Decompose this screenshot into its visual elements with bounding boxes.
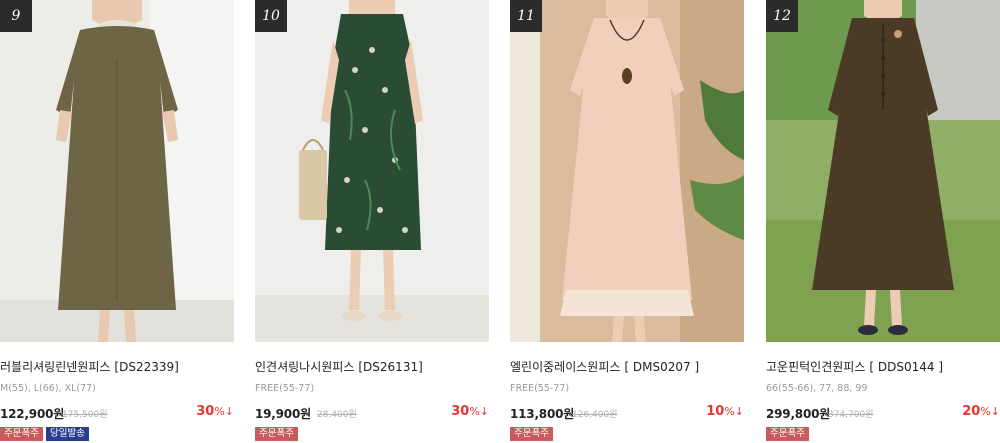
rank-badge: 10	[255, 0, 287, 32]
rank-badge: 9	[0, 0, 32, 32]
original-price: 126,400원	[572, 410, 618, 420]
price-row: 299,800원 374,700원 20%↓	[766, 404, 1000, 421]
product-sizes: FREE(55-77)	[255, 383, 315, 394]
price-row: 122,900원 175,500원 30%↓	[0, 404, 234, 421]
discount-value: 10	[706, 404, 725, 419]
down-arrow-icon: ↓	[990, 405, 1000, 418]
sale-price: 19,900원	[255, 407, 311, 421]
discount-rate: 20%↓	[962, 404, 1000, 419]
discount-unit: %	[980, 405, 991, 418]
product-name[interactable]: 인견셔링나시원피스 [DS26131]	[255, 358, 489, 375]
product-title[interactable]: 엘린이중레이스원피스	[510, 360, 620, 374]
product-name[interactable]: 엘린이중레이스원피스 [ DMS0207 ]	[510, 358, 744, 375]
product-sizes: M(55), L(66), XL(77)	[0, 383, 96, 394]
discount-unit: %	[214, 405, 225, 418]
discount-value: 30	[196, 404, 215, 419]
discount-rate: 30%↓	[196, 404, 234, 419]
product-sizes: 66(55-66), 77, 88, 99	[766, 383, 868, 394]
product-sizes: FREE(55-77)	[510, 383, 570, 394]
product-name[interactable]: 고운핀턱인견원피스 [ DDS0144 ]	[766, 358, 1000, 375]
down-arrow-icon: ↓	[224, 405, 234, 418]
product-code: [DS26131]	[358, 360, 423, 374]
down-arrow-icon: ↓	[734, 405, 744, 418]
product-title[interactable]: 러블리셔링린넨원피스	[0, 360, 110, 374]
sale-price: 122,900원	[0, 407, 65, 421]
badge-list: 주문폭주	[510, 427, 556, 442]
down-arrow-icon: ↓	[479, 405, 489, 418]
original-price: 175,500원	[62, 410, 108, 420]
sale-price: 113,800원	[510, 407, 575, 421]
product-code: [ DMS0207 ]	[624, 360, 700, 374]
discount-rate: 10%↓	[706, 404, 744, 419]
product-title[interactable]: 인견셔링나시원피스	[255, 360, 354, 374]
price-row: 113,800원 126,400원 10%↓	[510, 404, 744, 421]
badge-list: 주문폭주	[255, 427, 301, 442]
original-price: 374,700원	[828, 410, 874, 420]
product-image[interactable]: 12	[766, 0, 1000, 342]
order-rush-badge: 주문폭주	[255, 427, 298, 441]
badge-list: 주문폭주 당일발송	[0, 427, 92, 442]
product-image[interactable]: 10	[255, 0, 489, 342]
rank-badge: 11	[510, 0, 542, 32]
product-card[interactable]: 10 인견셔링나시원피스 [DS26131] FREE(55-77) 19,900…	[255, 0, 489, 443]
original-price: 28,400원	[317, 410, 357, 420]
same-day-shipping-badge: 당일발송	[45, 427, 89, 441]
discount-value: 30	[451, 404, 470, 419]
discount-rate: 30%↓	[451, 404, 489, 419]
rank-badge: 12	[766, 0, 798, 32]
discount-value: 20	[962, 404, 981, 419]
product-image[interactable]: 9	[0, 0, 234, 342]
product-code: [ DDS0144 ]	[869, 360, 944, 374]
order-rush-badge: 주문폭주	[766, 427, 809, 441]
product-grid: 9 러블리셔링린넨원피스 [DS22339] M(55), L(66), XL(7…	[0, 0, 1000, 443]
product-title[interactable]: 고운핀턱인견원피스	[766, 360, 865, 374]
product-image[interactable]: 11	[510, 0, 744, 342]
product-card[interactable]: 9 러블리셔링린넨원피스 [DS22339] M(55), L(66), XL(7…	[0, 0, 234, 443]
product-card[interactable]: 12 고운핀턱인견원피스 [ DDS0144 ] 66(55-66), 77, 8…	[766, 0, 1000, 443]
discount-unit: %	[469, 405, 480, 418]
price-row: 19,900원 28,400원 30%↓	[255, 404, 489, 421]
product-name[interactable]: 러블리셔링린넨원피스 [DS22339]	[0, 358, 234, 375]
sale-price: 299,800원	[766, 407, 831, 421]
discount-unit: %	[724, 405, 735, 418]
order-rush-badge: 주문폭주	[0, 427, 43, 441]
product-card[interactable]: 11 엘린이중레이스원피스 [ DMS0207 ] FREE(55-77) 113…	[510, 0, 744, 443]
product-code: [DS22339]	[114, 360, 179, 374]
order-rush-badge: 주문폭주	[510, 427, 553, 441]
badge-list: 주문폭주	[766, 427, 812, 442]
